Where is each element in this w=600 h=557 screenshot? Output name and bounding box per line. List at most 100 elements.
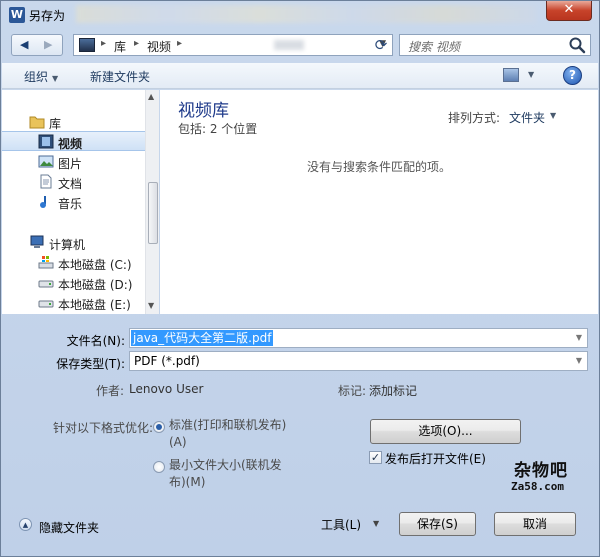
scrollbar-thumb[interactable]	[148, 182, 158, 244]
chevron-down-icon[interactable]: ▼	[550, 111, 556, 120]
video-folder-icon	[79, 38, 95, 52]
chevron-down-icon[interactable]: ▼	[576, 333, 582, 342]
filetype-value[interactable]: PDF (*.pdf)	[134, 354, 200, 368]
computer-icon	[30, 235, 44, 248]
organize-label: 组织	[24, 70, 49, 84]
filetype-select[interactable]: PDF (*.pdf) ▼	[129, 351, 588, 371]
file-list-pane[interactable]: 视频库 包括: 2 个位置 排列方式: 文件夹 ▼ 没有与搜索条件匹配的项。	[160, 90, 598, 314]
back-arrow-icon[interactable]: ◀	[20, 38, 28, 51]
filename-field[interactable]: java_代码大全第二版.pdf ▼	[129, 328, 588, 348]
drive-icon	[38, 300, 54, 308]
blurred-background	[274, 40, 304, 50]
scroll-up-icon[interactable]: ▲	[148, 92, 154, 101]
sidebar-item-drive-e[interactable]: 本地磁盘 (E:)	[2, 293, 145, 313]
watermark: 杂物吧 Za58.com	[504, 456, 584, 498]
help-icon[interactable]: ?	[563, 66, 582, 85]
sidebar-item-label: 本地磁盘 (C:)	[58, 258, 132, 272]
chevron-up-icon[interactable]: ▲	[19, 518, 32, 531]
sidebar-item-library[interactable]: 库	[2, 112, 145, 132]
radio-minimum-size-label[interactable]: 最小文件大小(联机发 布)(M)	[169, 457, 282, 491]
author-field[interactable]: Lenovo User	[129, 382, 203, 396]
filetype-label: 保存类型(T):	[56, 357, 125, 371]
sidebar-item-label: 文档	[58, 177, 83, 191]
hide-folders-button[interactable]: 隐藏文件夹	[39, 519, 99, 536]
command-toolbar: 组织 ▼ 新建文件夹 ▼ ?	[2, 63, 598, 89]
window-title: 另存为	[29, 9, 66, 23]
tools-button[interactable]: 工具(L)	[321, 516, 361, 533]
blurred-background	[76, 5, 536, 23]
sidebar-item-music[interactable]: 音乐	[2, 192, 145, 212]
sidebar-item-label: 视频	[58, 137, 83, 151]
breadcrumb-library[interactable]: 库	[114, 38, 126, 55]
sidebar-item-label: 图片	[58, 157, 83, 171]
breadcrumb-videos[interactable]: 视频	[147, 38, 171, 55]
watermark-url: Za58.com	[511, 480, 564, 493]
options-button[interactable]: 选项(O)...	[370, 419, 521, 444]
watermark-text: 杂物吧	[514, 461, 568, 481]
save-button[interactable]: 保存(S)	[399, 512, 476, 536]
music-icon	[40, 196, 46, 208]
scroll-down-icon[interactable]: ▼	[148, 301, 154, 310]
search-icon[interactable]	[568, 36, 586, 54]
title-bar: W 另存为 ✕	[1, 1, 599, 29]
sidebar-item-documents[interactable]: 文档	[2, 172, 145, 192]
sidebar-item-label: 库	[49, 117, 62, 131]
system-drive-icon	[38, 256, 54, 269]
organize-button[interactable]: 组织 ▼	[24, 68, 58, 85]
breadcrumb-separator-icon[interactable]: ▸	[134, 38, 139, 49]
close-button[interactable]: ✕	[546, 1, 592, 21]
sort-by-label: 排列方式:	[448, 111, 501, 125]
change-view-icon[interactable]	[503, 68, 519, 82]
chevron-down-icon[interactable]: ▼	[373, 519, 379, 528]
tags-label: 标记:	[338, 384, 367, 398]
sidebar-item-pictures[interactable]: 图片	[2, 152, 145, 172]
refresh-icon[interactable]: ⟳	[369, 35, 393, 55]
filename-label: 文件名(N):	[66, 334, 125, 348]
empty-results-message: 没有与搜索条件匹配的项。	[306, 160, 451, 174]
sidebar-item-label: 本地磁盘 (D:)	[58, 278, 133, 292]
tags-field[interactable]: 添加标记	[369, 382, 417, 399]
cancel-button[interactable]: 取消	[494, 512, 576, 536]
search-box[interactable]: 搜索 视频	[399, 34, 591, 56]
open-after-publish-checkbox[interactable]: ✓	[369, 451, 382, 464]
back-forward-buttons[interactable]: ◀ ▶	[11, 34, 63, 56]
pictures-icon	[38, 155, 54, 168]
sidebar-item-label: 计算机	[49, 238, 86, 252]
filename-input[interactable]: java_代码大全第二版.pdf	[131, 330, 274, 346]
chevron-down-icon[interactable]: ▼	[576, 356, 582, 365]
radio-standard-shortcut: (A)	[169, 435, 187, 449]
radio-minimum-text-2: 布)(M)	[169, 475, 206, 489]
optimize-label: 针对以下格式优化:	[53, 421, 154, 435]
navigation-pane: 库 视频 图片 文档 音乐 计算机 本地磁盘 (C:) 本地磁盘 (D:) 本地…	[2, 90, 159, 314]
save-as-dialog: W 另存为 ✕ ◀ ▶ ▸ 库 ▸ 视频 ▸ ▼ ⟳ 搜索 视频 组织 ▼ 新建文…	[0, 0, 600, 557]
forward-arrow-icon[interactable]: ▶	[44, 38, 52, 51]
video-library-icon	[38, 134, 54, 149]
open-after-publish-label[interactable]: 发布后打开文件(E)	[385, 450, 486, 467]
sidebar-item-label: 音乐	[58, 197, 83, 211]
radio-standard-label[interactable]: 标准(打印和联机发布) (A)	[169, 417, 286, 451]
sidebar-item-computer[interactable]: 计算机	[2, 233, 145, 253]
radio-standard-text: 标准(打印和联机发布)	[169, 418, 287, 432]
radio-minimum-text: 最小文件大小(联机发	[169, 458, 282, 472]
breadcrumb-separator-icon[interactable]: ▸	[101, 38, 106, 49]
chevron-down-icon: ▼	[52, 74, 59, 83]
library-icon	[29, 116, 45, 129]
documents-icon	[40, 174, 52, 189]
sidebar-item-label: 本地磁盘 (E:)	[58, 298, 131, 312]
sidebar-item-drive-c[interactable]: 本地磁盘 (C:)	[2, 253, 145, 273]
library-subtitle[interactable]: 包括: 2 个位置	[178, 120, 257, 137]
sidebar-item-drive-d[interactable]: 本地磁盘 (D:)	[2, 273, 145, 293]
new-folder-button[interactable]: 新建文件夹	[90, 68, 150, 85]
sidebar-item-videos[interactable]: 视频	[2, 131, 145, 151]
chevron-down-icon[interactable]: ▼	[528, 70, 534, 79]
sort-by-dropdown[interactable]: 文件夹	[509, 109, 545, 126]
word-app-icon: W	[9, 7, 25, 23]
radio-standard[interactable]	[153, 421, 165, 433]
drive-icon	[38, 280, 54, 288]
library-title: 视频库	[178, 101, 229, 121]
address-bar[interactable]: ▸ 库 ▸ 视频 ▸ ▼	[73, 34, 393, 56]
search-input[interactable]: 搜索 视频	[408, 38, 460, 55]
radio-minimum-size[interactable]	[153, 461, 165, 473]
breadcrumb-separator-icon[interactable]: ▸	[177, 38, 182, 49]
navigation-scrollbar[interactable]: ▲ ▼	[145, 90, 159, 314]
